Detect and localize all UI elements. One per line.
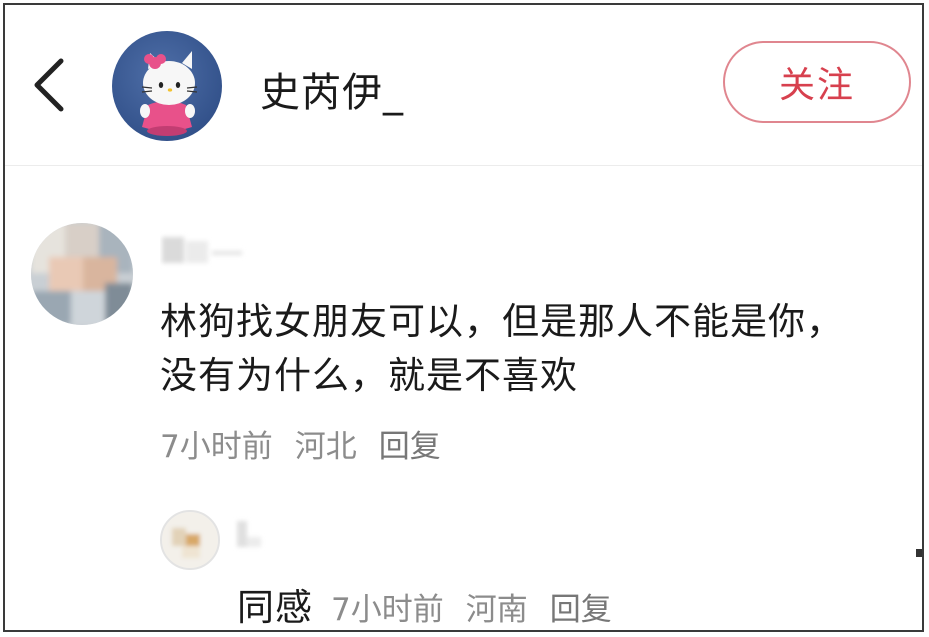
reply-row: 同感 7小时前 河南 回复	[237, 577, 612, 630]
profile-header: 史芮伊_ 关注	[5, 5, 922, 166]
commenter-name-blurred	[160, 231, 252, 269]
comment-time: 7小时前	[160, 429, 273, 465]
comment-text: 林狗找女朋友可以，但是那人不能是你，没有为什么，就是不喜欢	[160, 300, 844, 397]
reply-meta: 7小时前 河南 回复	[331, 584, 612, 629]
replier-avatar[interactable]	[160, 510, 220, 570]
comment-location: 河北	[294, 429, 357, 465]
scroll-indicator	[916, 549, 922, 557]
commenter-avatar[interactable]	[31, 223, 133, 325]
reply-location: 河南	[465, 592, 528, 628]
chevron-left-icon	[34, 58, 64, 112]
blurred-avatar-icon	[162, 512, 218, 568]
back-button[interactable]	[27, 57, 71, 113]
reply-time: 7小时前	[331, 592, 444, 628]
avatar[interactable]	[112, 31, 222, 141]
comment-meta: 7小时前 河北 回复	[160, 421, 441, 466]
replier-name-blurred	[233, 515, 271, 555]
page-title: 史芮伊_	[260, 70, 404, 116]
reply-text: 同感	[237, 586, 313, 629]
blurred-avatar-icon	[31, 223, 133, 325]
comment-reply-button[interactable]: 回复	[379, 421, 441, 466]
follow-button[interactable]: 关注	[723, 41, 911, 123]
reply-reply-button[interactable]: 回复	[550, 584, 612, 629]
hello-kitty-avatar-icon	[140, 51, 198, 136]
screen-frame: 史芮伊_ 关注 林狗找女朋友可以，但是那人不能是你，没有为什么，就是不喜欢 7小…	[3, 3, 924, 632]
